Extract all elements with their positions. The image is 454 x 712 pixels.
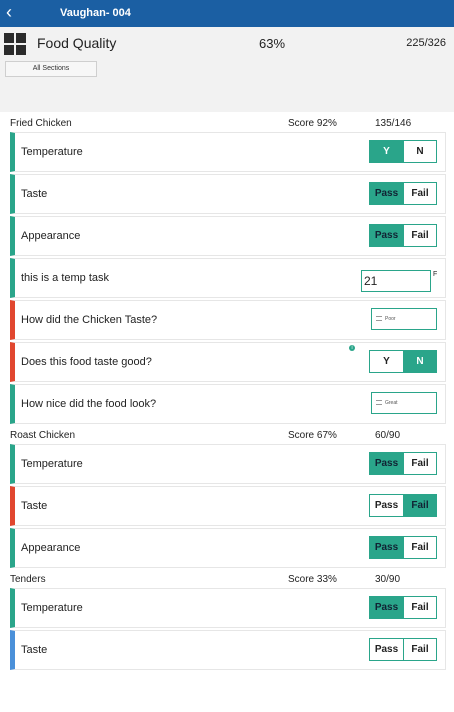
pass-button[interactable]: Pass bbox=[370, 639, 403, 660]
pass-button[interactable]: Pass bbox=[370, 495, 403, 516]
list-icon bbox=[376, 316, 382, 322]
pass-fail-toggle: Pass Fail bbox=[369, 638, 437, 661]
section-fraction: 135/146 bbox=[375, 118, 412, 129]
fail-button[interactable]: Fail bbox=[403, 183, 436, 204]
rating-select[interactable]: Poor bbox=[371, 308, 437, 330]
checklist: Fried Chicken Score 92% 135/146 Temperature… bbox=[0, 112, 454, 712]
checklist-row[interactable]: Temperature Pass Fail bbox=[10, 588, 446, 628]
section-heading: Fried Chicken Score 92% 135/146 bbox=[0, 114, 454, 132]
n-button[interactable]: N bbox=[403, 141, 436, 162]
pass-button[interactable]: Pass bbox=[370, 453, 403, 474]
fail-button[interactable]: Fail bbox=[403, 495, 436, 516]
yes-no-toggle: YN bbox=[369, 140, 437, 163]
fail-button[interactable]: Fail bbox=[403, 453, 436, 474]
item-label: Appearance bbox=[21, 230, 81, 242]
checklist-row[interactable]: How did the Chicken Taste? Poor bbox=[10, 300, 446, 340]
all-sections-button[interactable]: All Sections bbox=[5, 61, 97, 77]
info-icon[interactable]: i bbox=[349, 345, 355, 351]
item-label: Taste bbox=[21, 500, 48, 512]
fail-button[interactable]: Fail bbox=[403, 639, 436, 660]
temperature-unit: F bbox=[433, 271, 438, 278]
item-label: Temperature bbox=[21, 458, 83, 470]
item-label: Taste bbox=[21, 188, 48, 200]
pass-fail-toggle: Pass Fail bbox=[369, 182, 437, 205]
section-name: Tenders bbox=[10, 574, 46, 585]
checklist-row[interactable]: Temperature Y N bbox=[10, 132, 446, 172]
section-header: Food Quality 63% 225/326 All Sections bbox=[0, 27, 454, 111]
checklist-row[interactable]: Temperature Pass Fail bbox=[10, 444, 446, 484]
pass-button[interactable]: Pass bbox=[370, 225, 403, 246]
pass-button[interactable]: Pass bbox=[370, 183, 403, 204]
fail-button[interactable]: Fail bbox=[403, 597, 436, 618]
n-button[interactable]: N bbox=[403, 351, 436, 372]
section-score: Score 33% bbox=[288, 574, 337, 585]
section-name: Fried Chicken bbox=[10, 118, 72, 129]
fail-button[interactable]: Fail bbox=[403, 537, 436, 558]
grid-icon[interactable] bbox=[4, 33, 26, 55]
y-button[interactable]: Y bbox=[370, 141, 403, 162]
pass-fail-toggle: Pass Fail bbox=[369, 596, 437, 619]
section-heading: Tenders Score 33% 30/90 bbox=[0, 570, 454, 588]
item-label: How did the Chicken Taste? bbox=[21, 314, 158, 326]
yes-no-toggle: YN bbox=[369, 350, 437, 373]
item-label: Temperature bbox=[21, 602, 83, 614]
section-score: Score 67% bbox=[288, 430, 337, 441]
pass-fail-toggle: Pass Fail bbox=[369, 452, 437, 475]
chevron-left-icon[interactable]: ‹ bbox=[6, 3, 12, 21]
y-button[interactable]: Y bbox=[370, 351, 403, 372]
pass-fail-toggle: Pass Fail bbox=[369, 224, 437, 247]
overall-percent: 63% bbox=[259, 36, 286, 51]
checklist-row[interactable]: this is a temp task 21 F bbox=[10, 258, 446, 298]
list-icon bbox=[376, 400, 382, 406]
item-label: How nice did the food look? bbox=[21, 398, 157, 410]
temperature-input[interactable]: 21 bbox=[361, 270, 431, 292]
page-title: Food Quality bbox=[37, 35, 117, 51]
checklist-row[interactable]: Appearance Pass Fail bbox=[10, 528, 446, 568]
section-heading: Roast Chicken Score 67% 60/90 bbox=[0, 426, 454, 444]
item-label: Taste bbox=[21, 644, 48, 656]
pass-button[interactable]: Pass bbox=[370, 597, 403, 618]
section-name: Roast Chicken bbox=[10, 430, 76, 441]
item-label: Temperature bbox=[21, 146, 83, 158]
checklist-row[interactable]: Taste Pass Fail bbox=[10, 630, 446, 670]
item-label: Appearance bbox=[21, 542, 81, 554]
rating-select[interactable]: Great bbox=[371, 392, 437, 414]
checklist-row[interactable]: Does this food taste good? Y Ni bbox=[10, 342, 446, 382]
checklist-row[interactable]: Taste Pass Fail bbox=[10, 486, 446, 526]
fail-button[interactable]: Fail bbox=[403, 225, 436, 246]
pass-fail-toggle: Pass Fail bbox=[369, 494, 437, 517]
pass-button[interactable]: Pass bbox=[370, 537, 403, 558]
pass-fail-toggle: Pass Fail bbox=[369, 536, 437, 559]
top-bar: ‹ Vaughan- 004 bbox=[0, 0, 454, 27]
checklist-row[interactable]: How nice did the food look? Great bbox=[10, 384, 446, 424]
overall-fraction: 225/326 bbox=[406, 37, 446, 49]
item-label: Does this food taste good? bbox=[21, 356, 152, 368]
store-title: Vaughan- 004 bbox=[60, 7, 131, 19]
section-fraction: 30/90 bbox=[375, 574, 401, 585]
section-fraction: 60/90 bbox=[375, 430, 401, 441]
section-score: Score 92% bbox=[288, 118, 337, 129]
checklist-row[interactable]: Appearance Pass Fail bbox=[10, 216, 446, 256]
checklist-row[interactable]: Taste Pass Fail bbox=[10, 174, 446, 214]
item-label: this is a temp task bbox=[21, 272, 110, 284]
